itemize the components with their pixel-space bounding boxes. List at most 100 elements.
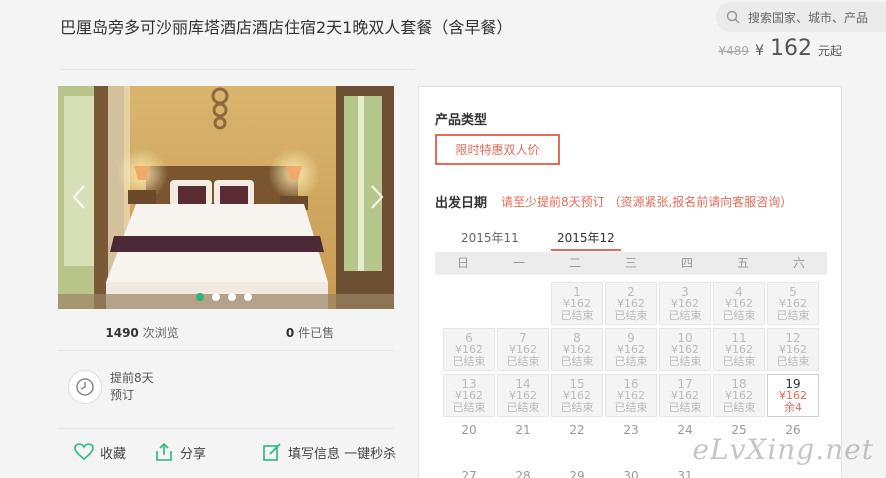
calendar-day: 21: [515, 423, 531, 437]
share-button[interactable]: 分享: [154, 442, 206, 462]
day-status: 已结束: [668, 401, 702, 414]
calendar-day: 23: [623, 423, 639, 437]
divider: [58, 428, 394, 429]
calendar-day-cell: 6 ¥162 已结束: [443, 328, 495, 371]
weekday: 六: [792, 256, 805, 270]
day-status: 已结束: [452, 401, 486, 414]
share-label: 分享: [180, 446, 207, 462]
product-type-option[interactable]: 限时特惠双人价: [435, 134, 560, 165]
booking-note: 请至少提前8天预订 （资源紧张,报名前请向客服咨询）: [501, 195, 793, 209]
calendar-day-cell: 12 ¥162 已结束: [767, 328, 819, 371]
booking-panel: 产品类型 限时特惠双人价 出发日期 请至少提前8天预订 （资源紧张,报名前请向客…: [418, 86, 842, 478]
calendar-day: 22: [569, 423, 585, 437]
carousel-dot[interactable]: [228, 293, 236, 301]
watermark: eLvXing.net: [692, 433, 874, 466]
departure-date-label: 出发日期: [435, 196, 488, 211]
day-status: 已结束: [776, 355, 810, 368]
current-price: 162: [769, 36, 812, 61]
price-block: ¥489 ¥ 162 元起: [719, 36, 842, 61]
carousel-dot[interactable]: [196, 293, 204, 301]
weekday: 四: [680, 256, 693, 270]
calendar-day-cell: 5 ¥162 已结束: [767, 282, 819, 325]
calendar-day: 20: [461, 423, 477, 437]
calendar-day-cell: 17 ¥162 已结束: [659, 374, 711, 417]
day-status: 已结束: [668, 355, 702, 368]
carousel-dot[interactable]: [244, 293, 252, 301]
tab-2015-11[interactable]: 2015年11: [461, 229, 519, 246]
tab-2015-12[interactable]: 2015年12: [551, 229, 621, 251]
product-title: 巴厘岛旁多可沙丽库塔酒店酒店住宿2天1晚双人套餐（含早餐）: [60, 18, 513, 37]
day-status: 已结束: [614, 309, 648, 322]
fill-info-label: 填写信息 一键秒杀: [288, 446, 397, 462]
day-status: 已结束: [560, 309, 594, 322]
day-status: 已结束: [614, 355, 648, 368]
weekday: 日: [456, 256, 469, 270]
stats-row: 1490 次浏览 0 件已售: [58, 324, 394, 341]
prev-arrow-icon[interactable]: [72, 184, 86, 210]
calendar-day-cell: 4 ¥162 已结束: [713, 282, 765, 325]
calendar-day: 27: [461, 469, 477, 478]
day-status: 已结束: [776, 309, 810, 322]
fill-info-button[interactable]: 填写信息 一键秒杀: [262, 442, 396, 462]
day-status: 已结束: [668, 309, 702, 322]
calendar-day-cell: 11 ¥162 已结束: [713, 328, 765, 371]
calendar-day-cell: 7 ¥162 已结束: [497, 328, 549, 371]
calendar-day: 30: [623, 469, 639, 478]
currency-symbol: ¥: [755, 43, 764, 59]
day-status: 已结束: [560, 355, 594, 368]
original-price: ¥489: [718, 44, 750, 58]
day-status: 已结束: [506, 355, 540, 368]
day-status: 已结束: [452, 355, 486, 368]
hotel-photo[interactable]: [58, 86, 394, 309]
clock-icon: [68, 370, 102, 404]
advance-label: 预订: [110, 388, 135, 402]
calendar-day-cell: 15 ¥162 已结束: [551, 374, 603, 417]
weekday: 二: [568, 256, 581, 270]
day-status: 已结束: [722, 401, 756, 414]
calendar-day-cell: 16 ¥162 已结束: [605, 374, 657, 417]
calendar-day-cell: 13 ¥162 已结束: [443, 374, 495, 417]
day-status: 已结束: [722, 355, 756, 368]
favorite-button[interactable]: 收藏: [74, 443, 126, 462]
calendar-day-cell: 14 ¥162 已结束: [497, 374, 549, 417]
calendar-day-cell[interactable]: 19 ¥162 余4: [767, 374, 819, 417]
search-icon: [726, 10, 740, 24]
calendar-day-cell: 1 ¥162 已结束: [551, 282, 603, 325]
edit-icon: [263, 443, 281, 461]
share-icon: [156, 442, 172, 461]
weekday: 一: [512, 256, 525, 270]
heart-icon: [74, 443, 94, 461]
calendar-day-cell: 18 ¥162 已结束: [713, 374, 765, 417]
calendar-day-cell: 2 ¥162 已结束: [605, 282, 657, 325]
favorite-label: 收藏: [100, 446, 127, 462]
day-status: 已结束: [722, 309, 756, 322]
action-bar: 收藏 分享 填写信息 一键秒杀: [74, 442, 396, 462]
price-unit: 元起: [817, 44, 842, 58]
calendar-day: 29: [569, 469, 585, 478]
day-status: 已结束: [614, 401, 648, 414]
calendar-day-cell: 3 ¥162 已结束: [659, 282, 711, 325]
next-arrow-icon[interactable]: [370, 184, 384, 210]
calendar-day-cell: 9 ¥162 已结束: [605, 328, 657, 371]
divider: [60, 69, 415, 70]
day-status: 已结束: [560, 401, 594, 414]
calendar-day-cell: 10 ¥162 已结束: [659, 328, 711, 371]
calendar-day: 28: [515, 469, 531, 478]
views-label: 次浏览: [142, 326, 179, 340]
product-type-label: 产品类型: [435, 113, 488, 128]
views-stat: 1490 次浏览: [58, 324, 226, 341]
day-status: 已结束: [506, 401, 540, 414]
weekday: 三: [624, 256, 637, 270]
calendar-day: 31: [677, 469, 693, 478]
search-input[interactable]: 搜索国家、城市、产品: [716, 2, 886, 32]
views-count: 1490: [105, 326, 139, 340]
day-status: 余4: [784, 401, 802, 414]
advance-days: 提前8天: [110, 371, 154, 385]
calendar-day-cell: 8 ¥162 已结束: [551, 328, 603, 371]
carousel-dots: [196, 293, 252, 301]
search-placeholder: 搜索国家、城市、产品: [748, 10, 869, 25]
advance-booking-info: 提前8天 预订: [68, 370, 154, 404]
divider: [58, 350, 394, 351]
carousel-dot[interactable]: [212, 293, 220, 301]
bedroom-image: [58, 86, 394, 309]
